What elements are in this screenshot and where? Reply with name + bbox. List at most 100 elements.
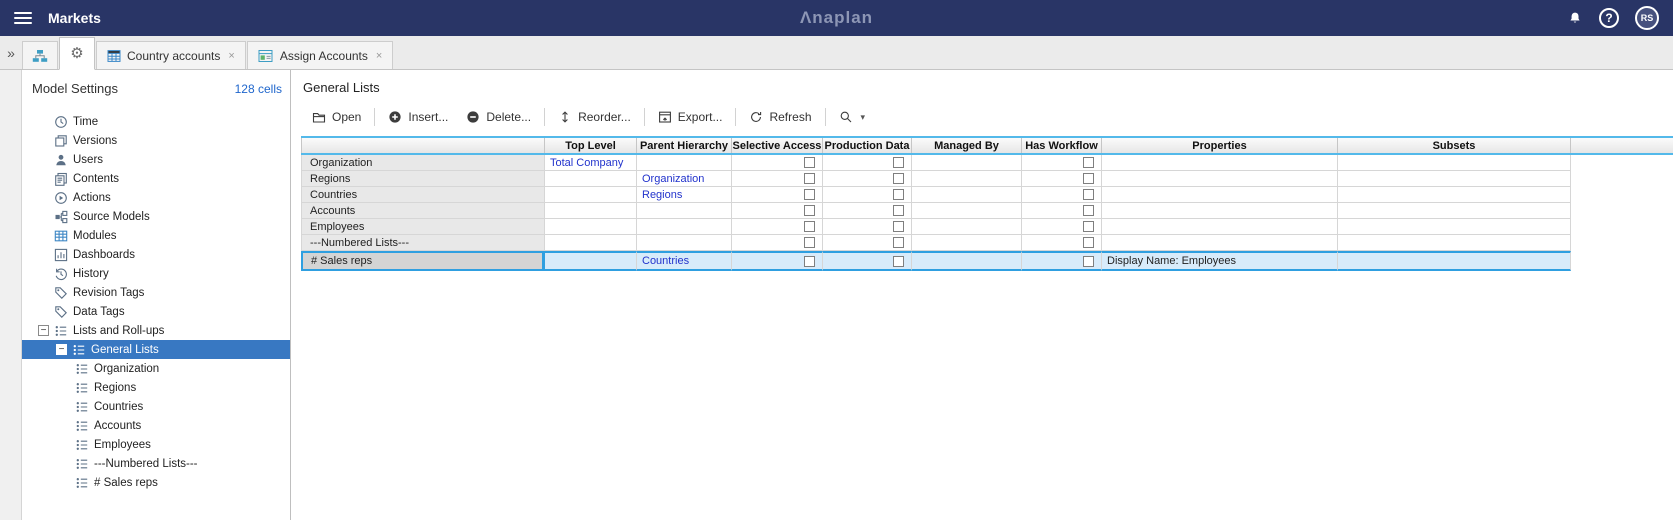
selective-access-cell[interactable] [732, 187, 823, 203]
selective-access-cell[interactable] [732, 203, 823, 219]
has-workflow-checkbox[interactable] [1083, 237, 1094, 248]
properties-cell[interactable] [1102, 187, 1338, 203]
insert-button[interactable]: Insert... [379, 106, 457, 128]
production-data-cell[interactable] [823, 187, 912, 203]
parent-hierarchy-cell[interactable] [637, 203, 732, 219]
top-level-cell[interactable] [545, 203, 637, 219]
production-data-checkbox[interactable] [893, 221, 904, 232]
has-workflow-cell[interactable] [1022, 155, 1102, 171]
reorder-button[interactable]: Reorder... [549, 106, 640, 128]
table-row-countries[interactable]: Countries Regions [301, 187, 1673, 203]
column-header-parent-hierarchy[interactable]: Parent Hierarchy [637, 138, 732, 153]
properties-cell[interactable] [1102, 235, 1338, 251]
has-workflow-cell[interactable] [1022, 219, 1102, 235]
subsets-cell[interactable] [1338, 155, 1571, 171]
production-data-checkbox[interactable] [893, 237, 904, 248]
delete-button[interactable]: Delete... [457, 106, 540, 128]
has-workflow-checkbox[interactable] [1083, 157, 1094, 168]
export-button[interactable]: Export... [649, 106, 732, 128]
sidebar-item-time[interactable]: Time [22, 112, 290, 131]
sidebar-item-accounts[interactable]: Accounts [22, 416, 290, 435]
collapse-expander[interactable]: − [38, 325, 49, 336]
row-header-cell[interactable]: # Sales reps [301, 251, 545, 271]
production-data-cell[interactable] [823, 251, 912, 271]
parent-hierarchy-cell[interactable]: Organization [637, 171, 732, 187]
sidebar-item-revision-tags[interactable]: Revision Tags [22, 283, 290, 302]
selective-access-checkbox[interactable] [804, 237, 815, 248]
sidebar-item-regions[interactable]: Regions [22, 378, 290, 397]
row-header-cell[interactable]: ---Numbered Lists--- [301, 235, 545, 251]
sidebar-item-dashboards[interactable]: Dashboards [22, 245, 290, 264]
managed-by-cell[interactable] [912, 171, 1022, 187]
table-row-organization[interactable]: Organization Total Company [301, 155, 1673, 171]
search-button[interactable]: ▾ [830, 106, 875, 128]
has-workflow-cell[interactable] [1022, 235, 1102, 251]
sidebar-item-sales-reps[interactable]: # Sales reps [22, 473, 290, 492]
selective-access-cell[interactable] [732, 155, 823, 171]
table-row-regions[interactable]: Regions Organization [301, 171, 1673, 187]
parent-hierarchy-cell[interactable] [637, 219, 732, 235]
row-header-cell[interactable]: Organization [301, 155, 545, 171]
parent-hierarchy-cell[interactable] [637, 155, 732, 171]
has-workflow-checkbox[interactable] [1083, 173, 1094, 184]
selective-access-cell[interactable] [732, 171, 823, 187]
subsets-cell[interactable] [1338, 187, 1571, 203]
column-header-managed-by[interactable]: Managed By [912, 138, 1022, 153]
column-header-top-level[interactable]: Top Level [545, 138, 637, 153]
sidebar-item-actions[interactable]: Actions [22, 188, 290, 207]
parent-hierarchy-cell[interactable] [637, 235, 732, 251]
managed-by-cell[interactable] [912, 219, 1022, 235]
open-button[interactable]: Open [303, 106, 370, 128]
help-icon[interactable]: ? [1599, 8, 1619, 28]
table-row-employees[interactable]: Employees [301, 219, 1673, 235]
production-data-cell[interactable] [823, 155, 912, 171]
subsets-cell[interactable] [1338, 251, 1571, 271]
column-header-selective-access[interactable]: Selective Access [732, 138, 823, 153]
sidebar-item-organization[interactable]: Organization [22, 359, 290, 378]
column-header-has-workflow[interactable]: Has Workflow [1022, 138, 1102, 153]
parent-hierarchy-cell[interactable]: Regions [637, 187, 732, 203]
subsets-cell[interactable] [1338, 219, 1571, 235]
sidebar-item-countries[interactable]: Countries [22, 397, 290, 416]
cells-count-link[interactable]: 128 cells [235, 82, 282, 96]
selective-access-cell[interactable] [732, 235, 823, 251]
has-workflow-cell[interactable] [1022, 203, 1102, 219]
sidebar-item-contents[interactable]: Contents [22, 169, 290, 188]
managed-by-cell[interactable] [912, 235, 1022, 251]
has-workflow-checkbox[interactable] [1083, 189, 1094, 200]
tab-model-map[interactable] [22, 41, 58, 69]
production-data-cell[interactable] [823, 203, 912, 219]
tab-model-settings[interactable]: ⚙ [59, 37, 95, 70]
properties-cell[interactable] [1102, 171, 1338, 187]
row-header-cell[interactable]: Accounts [301, 203, 545, 219]
expand-panel-chevrons[interactable]: » [0, 36, 22, 69]
row-header-cell[interactable]: Countries [301, 187, 545, 203]
selective-access-cell[interactable] [732, 251, 823, 271]
has-workflow-cell[interactable] [1022, 187, 1102, 203]
selective-access-checkbox[interactable] [804, 255, 815, 267]
has-workflow-checkbox[interactable] [1083, 205, 1094, 216]
selective-access-checkbox[interactable] [804, 173, 815, 184]
column-header-subsets[interactable]: Subsets [1338, 138, 1571, 153]
sidebar-item-source-models[interactable]: Source Models [22, 207, 290, 226]
sidebar-item-modules[interactable]: Modules [22, 226, 290, 245]
row-header-cell[interactable]: Regions [301, 171, 545, 187]
user-avatar[interactable]: RS [1635, 6, 1659, 30]
has-workflow-checkbox[interactable] [1083, 255, 1094, 267]
top-level-cell[interactable]: Total Company [545, 155, 637, 171]
parent-hierarchy-cell[interactable]: Countries [637, 251, 732, 271]
production-data-cell[interactable] [823, 171, 912, 187]
sidebar-item-users[interactable]: Users [22, 150, 290, 169]
production-data-cell[interactable] [823, 235, 912, 251]
properties-cell[interactable] [1102, 203, 1338, 219]
top-level-cell[interactable] [545, 171, 637, 187]
has-workflow-cell[interactable] [1022, 171, 1102, 187]
collapse-expander[interactable]: − [56, 344, 67, 355]
managed-by-cell[interactable] [912, 203, 1022, 219]
subsets-cell[interactable] [1338, 235, 1571, 251]
has-workflow-cell[interactable] [1022, 251, 1102, 271]
production-data-checkbox[interactable] [893, 189, 904, 200]
top-level-cell[interactable] [545, 187, 637, 203]
top-level-cell[interactable] [545, 251, 637, 271]
properties-cell[interactable] [1102, 155, 1338, 171]
